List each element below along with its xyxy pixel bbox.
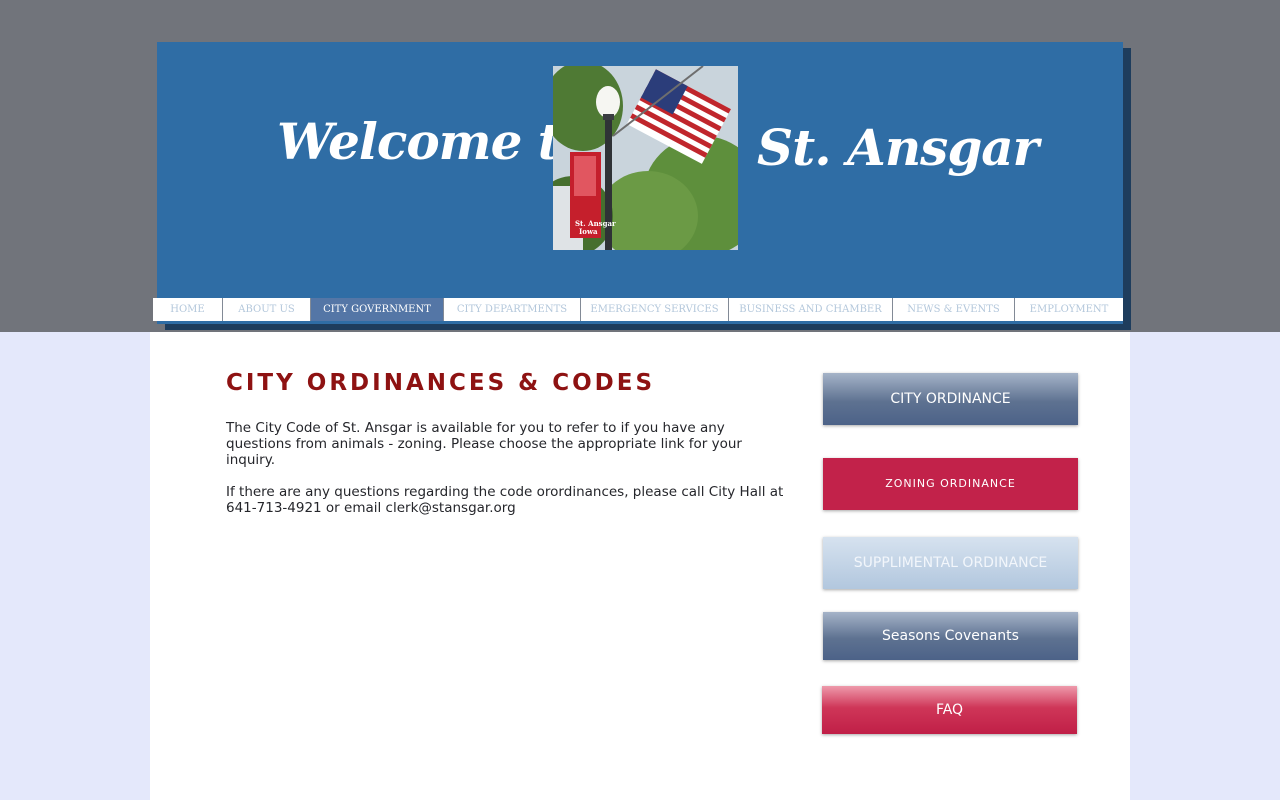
flag-lamppost-photo: St. Ansgar Iowa [553, 66, 738, 250]
header-welcome-text: Welcome to [277, 112, 593, 171]
nav-item-employment[interactable]: EMPLOYMENT [1015, 298, 1123, 321]
nav-item-city-government[interactable]: CITY GOVERNMENT [311, 298, 444, 321]
header-city-name: St. Ansgar [757, 118, 1039, 177]
page-title: CITY ORDINANCES & CODES [226, 370, 656, 396]
zoning-ordinance-button[interactable]: ZONING ORDINANCE [823, 458, 1078, 510]
nav-item-city-departments[interactable]: CITY DEPARTMENTS [444, 298, 581, 321]
city-ordinance-button[interactable]: CITY ORDINANCE [823, 373, 1078, 425]
contact-paragraph: If there are any questions regarding the… [226, 484, 784, 516]
svg-text:Iowa: Iowa [579, 227, 598, 236]
nav-item-home[interactable]: HOME [153, 298, 223, 321]
main-navigation: HOME ABOUT US CITY GOVERNMENT CITY DEPAR… [153, 298, 1123, 321]
faq-button[interactable]: FAQ [822, 686, 1077, 734]
intro-paragraph: The City Code of St. Ansgar is available… [226, 420, 742, 468]
supplimental-ordinance-button[interactable]: SUPPLIMENTAL ORDINANCE [823, 537, 1078, 589]
nav-item-emergency-services[interactable]: EMERGENCY SERVICES [581, 298, 729, 321]
nav-item-news-events[interactable]: NEWS & EVENTS [893, 298, 1015, 321]
nav-item-about-us[interactable]: ABOUT US [223, 298, 311, 321]
seasons-covenants-button[interactable]: Seasons Covenants [823, 612, 1078, 660]
nav-item-business-and-chamber[interactable]: BUSINESS AND CHAMBER [729, 298, 893, 321]
